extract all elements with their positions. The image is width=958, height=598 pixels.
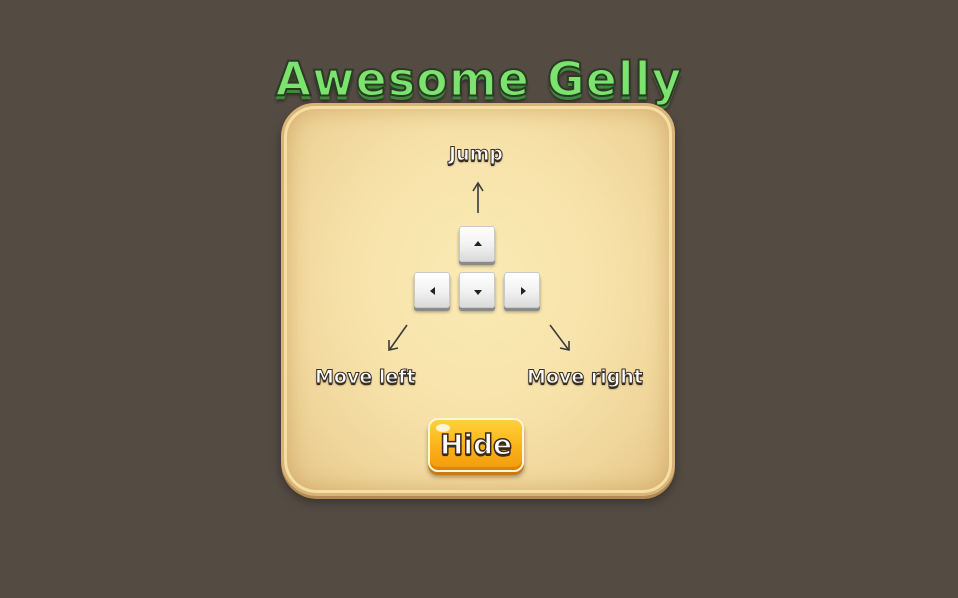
hide-button-label: Hide bbox=[439, 427, 513, 462]
down-key bbox=[459, 272, 495, 308]
move-left-arrow-icon bbox=[388, 324, 408, 351]
hide-button[interactable]: Hide bbox=[428, 418, 524, 472]
arrow-left-icon bbox=[430, 287, 435, 295]
left-key bbox=[414, 272, 450, 308]
move-left-label: Move left bbox=[315, 366, 417, 389]
game-screen: Awesome Gelly Jump Move left Move right … bbox=[0, 0, 958, 598]
jump-arrow-icon bbox=[472, 181, 484, 213]
move-right-arrow-icon bbox=[549, 324, 570, 351]
move-right-label: Move right bbox=[527, 366, 644, 389]
up-key bbox=[459, 226, 495, 262]
arrow-up-icon bbox=[474, 241, 482, 246]
arrow-right-icon bbox=[521, 287, 526, 295]
arrow-down-icon bbox=[474, 290, 482, 295]
right-key bbox=[504, 272, 540, 308]
